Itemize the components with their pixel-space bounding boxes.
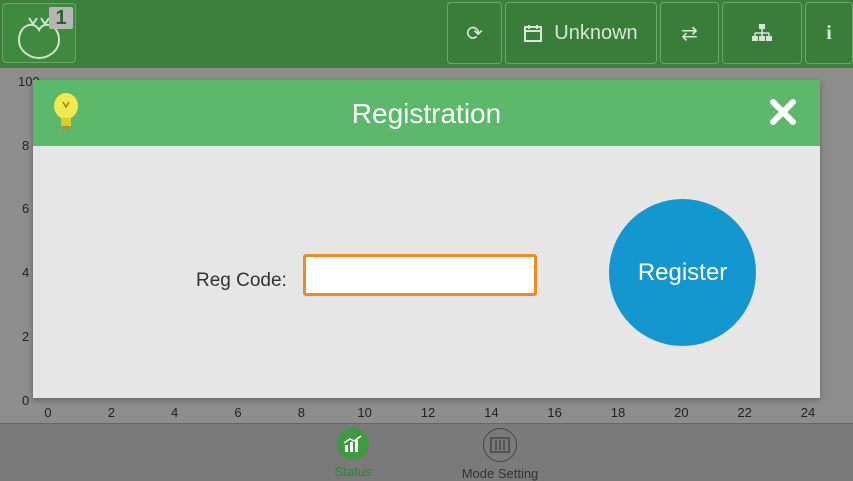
swap-button[interactable]: ⇄ xyxy=(660,2,719,64)
x-tick-label: 24 xyxy=(800,405,816,420)
bottom-nav: Status Mode Setting xyxy=(0,423,853,481)
reg-code-input[interactable] xyxy=(303,254,537,296)
x-tick-label: 8 xyxy=(297,405,305,420)
reg-code-label: Reg Code: xyxy=(196,270,287,291)
swap-icon: ⇄ xyxy=(681,22,698,45)
close-icon[interactable] xyxy=(768,97,798,127)
y-tick-label: 0 xyxy=(22,393,30,408)
dialog-title: Registration xyxy=(351,98,502,129)
y-tick-label: 6 xyxy=(22,201,30,216)
app-logo[interactable]: 1 xyxy=(2,3,76,63)
date-button[interactable]: Unknown xyxy=(505,2,657,64)
badge-count: 1 xyxy=(49,7,73,29)
x-tick-label: 0 xyxy=(44,405,52,420)
sitemap-icon xyxy=(752,24,772,41)
x-tick-label: 20 xyxy=(674,405,689,420)
info-icon: i xyxy=(826,21,832,44)
x-tick-label: 12 xyxy=(420,405,436,420)
register-button[interactable]: Register xyxy=(609,199,756,346)
calendar-icon xyxy=(524,25,543,42)
top-toolbar: 1 ⟳ Unknown ⇄ i xyxy=(0,0,853,68)
refresh-button[interactable]: ⟳ xyxy=(447,2,502,64)
x-tick-label: 4 xyxy=(171,405,179,420)
x-tick-label: 2 xyxy=(107,405,115,420)
settings-panel-icon xyxy=(483,428,517,462)
refresh-icon: ⟳ xyxy=(466,22,483,45)
x-tick-label: 10 xyxy=(357,405,372,420)
info-button[interactable]: i xyxy=(805,2,853,64)
x-tick-label: 18 xyxy=(610,405,626,420)
registration-dialog: Registration Reg Code: Register xyxy=(33,80,820,398)
nav-status[interactable]: Status xyxy=(325,428,381,479)
y-tick-label: 4 xyxy=(22,265,30,280)
nav-mode-setting-label: Mode Setting xyxy=(461,466,539,481)
date-label: Unknown xyxy=(554,21,638,44)
x-tick-label: 14 xyxy=(484,405,499,420)
sitemap-button[interactable] xyxy=(722,2,802,64)
y-tick-label: 2 xyxy=(22,329,30,344)
nav-mode-setting[interactable]: Mode Setting xyxy=(455,428,545,481)
nav-status-label: Status xyxy=(334,464,372,479)
x-tick-label: 16 xyxy=(547,405,562,420)
y-tick-label: 8 xyxy=(22,138,30,153)
dialog-header: Registration xyxy=(33,80,820,146)
x-tick-label: 22 xyxy=(737,405,752,420)
x-tick-label: 6 xyxy=(234,405,242,420)
chart-icon xyxy=(337,428,369,460)
